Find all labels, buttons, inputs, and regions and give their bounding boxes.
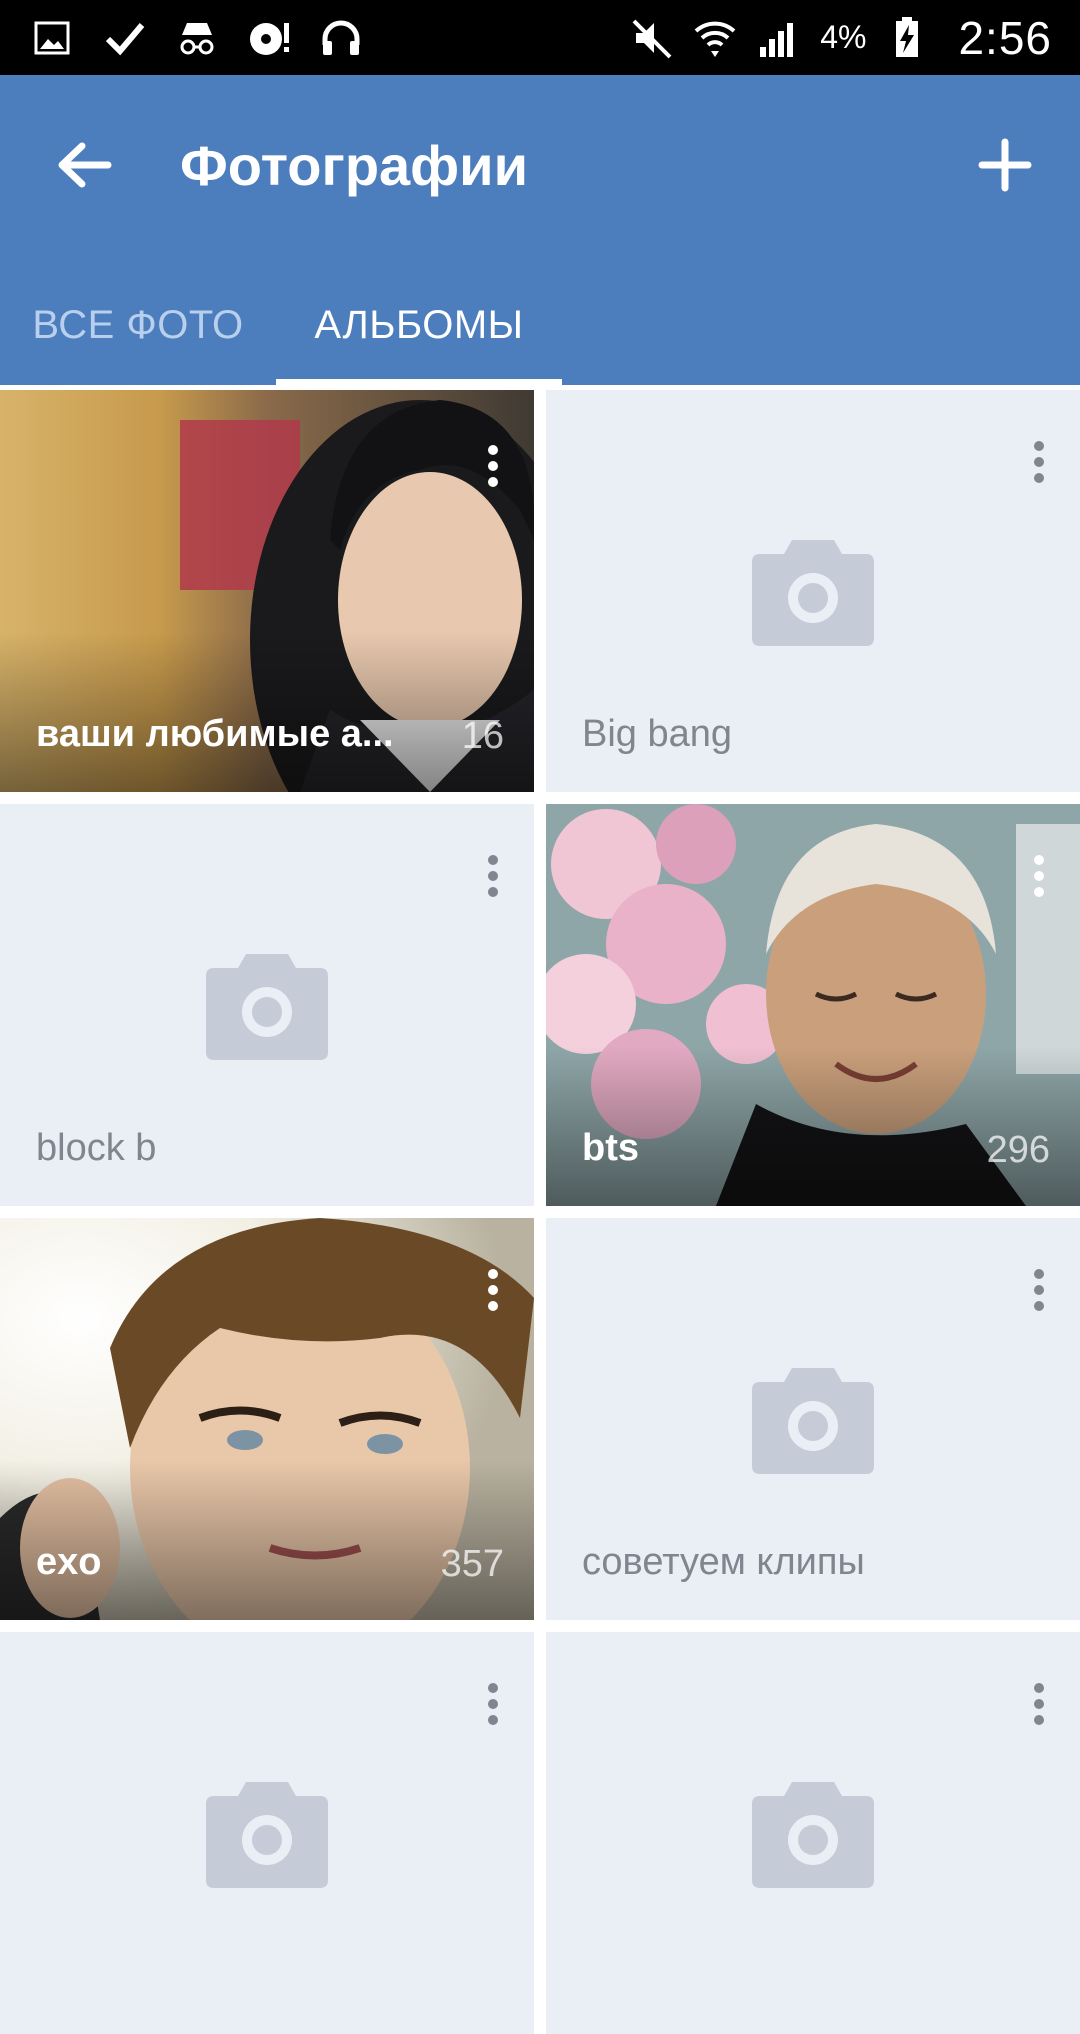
status-bar: 4% 2:56 (0, 0, 1080, 75)
incognito-icon (180, 22, 214, 54)
album-card[interactable]: bts 296 (546, 804, 1080, 1206)
caption-shade (0, 632, 534, 792)
album-card[interactable]: exo 357 (0, 1218, 534, 1620)
album-photo-count: 357 (440, 1543, 504, 1585)
caption-shade (0, 1460, 534, 1620)
more-vert-icon[interactable] (1032, 440, 1046, 484)
app-bar: Фотографии ВСЕ ФОТО АЛЬБОМЫ (0, 75, 1080, 388)
mute-icon (632, 19, 672, 58)
album-title: exo (36, 1541, 102, 1583)
camera-icon (206, 954, 328, 1060)
album-card[interactable]: Big bang (546, 390, 1080, 792)
battery-percent: 4% (820, 19, 867, 55)
tab-bar: ВСЕ ФОТО АЛЬБОМЫ (0, 265, 1080, 388)
camera-icon (752, 540, 874, 646)
page-title: Фотографии (180, 134, 529, 197)
plus-icon[interactable] (970, 130, 1040, 200)
more-vert-icon[interactable] (486, 444, 500, 488)
album-card[interactable] (0, 1632, 534, 2034)
clock: 2:56 (958, 11, 1052, 64)
tab-all-photos[interactable]: ВСЕ ФОТО (0, 265, 276, 385)
album-title: ваши любимые а... (36, 713, 394, 755)
tab-indicator (276, 379, 562, 388)
album-title: Big bang (582, 713, 733, 755)
headphones-icon (322, 20, 360, 55)
more-vert-icon[interactable] (486, 854, 500, 898)
camera-icon (752, 1782, 874, 1888)
caption-shade (546, 1046, 1080, 1206)
disk-alert-icon (250, 22, 289, 55)
album-card[interactable]: советуем клипы (546, 1218, 1080, 1620)
album-card[interactable] (546, 1632, 1080, 2034)
album-title: советуем клипы (582, 1541, 865, 1583)
signal-icon (760, 22, 794, 57)
more-vert-icon[interactable] (1032, 854, 1046, 898)
album-photo-count: 16 (461, 715, 504, 757)
more-vert-icon[interactable] (1032, 1268, 1046, 1312)
album-card[interactable]: block b (0, 804, 534, 1206)
arrow-left-icon[interactable] (50, 130, 120, 200)
album-title: bts (582, 1127, 639, 1169)
battery-charging-icon (896, 16, 919, 57)
album-photo-count: 296 (986, 1129, 1050, 1171)
album-card[interactable]: ваши любимые а... 16 (0, 390, 534, 792)
more-vert-icon[interactable] (486, 1682, 500, 1726)
wifi-icon (694, 21, 736, 57)
camera-icon (206, 1782, 328, 1888)
more-vert-icon[interactable] (1032, 1682, 1046, 1726)
check-icon (105, 22, 145, 55)
tab-albums[interactable]: АЛЬБОМЫ (276, 265, 562, 385)
camera-icon (752, 1368, 874, 1474)
album-title: block b (36, 1127, 157, 1169)
gallery-icon (34, 21, 70, 54)
more-vert-icon[interactable] (486, 1268, 500, 1312)
